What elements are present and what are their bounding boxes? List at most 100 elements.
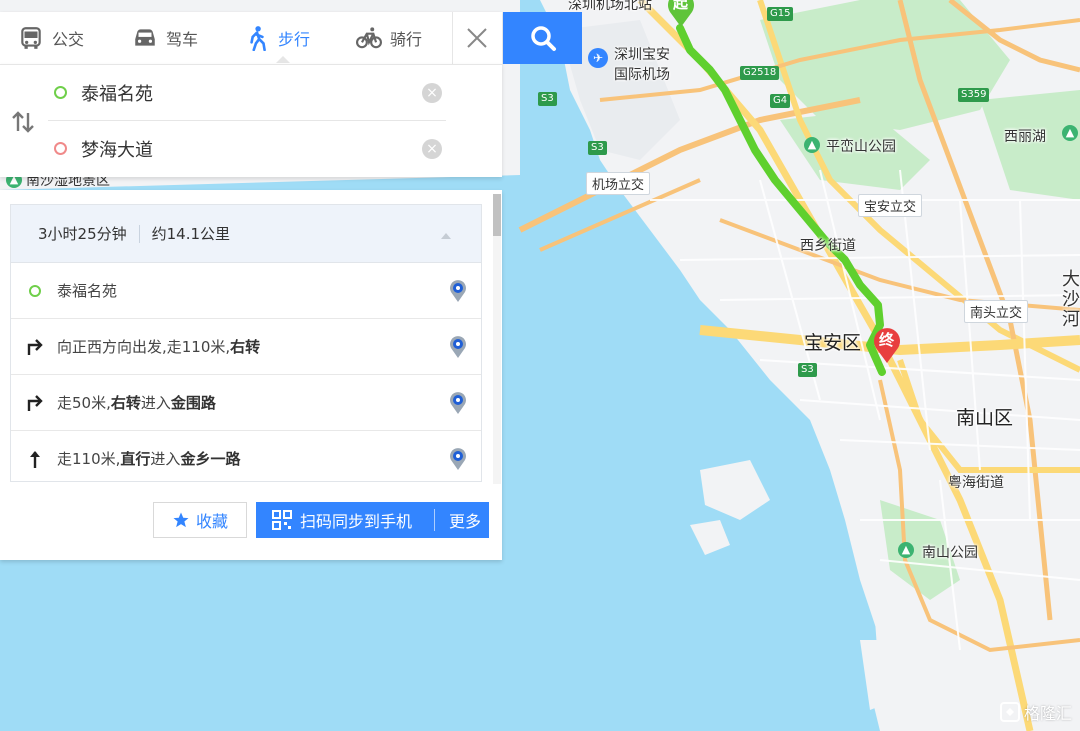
route-step-text-part: 进入 bbox=[150, 450, 181, 468]
watermark-text: 格隆汇 bbox=[1024, 704, 1073, 723]
route-step-text: 向正西方向出发,走110米,右转 bbox=[57, 336, 260, 357]
airport-icon: ✈ bbox=[588, 48, 608, 68]
map-label-pingluan-park: 平峦山公园 bbox=[826, 139, 896, 155]
route-step-text: 走110米,直行进入金乡一路 bbox=[57, 448, 240, 469]
locate-step-icon[interactable] bbox=[449, 447, 467, 475]
route-summary[interactable]: 3小时25分钟 约14.1公里 bbox=[11, 205, 481, 263]
route-step[interactable]: 向正西方向出发,走110米,右转 bbox=[11, 319, 481, 375]
start-input[interactable] bbox=[79, 81, 403, 104]
watermark: 格隆汇 bbox=[1000, 700, 1072, 724]
park-icon: ▲ bbox=[804, 137, 820, 153]
tab-drive-label: 驾车 bbox=[166, 30, 199, 49]
favorite-button[interactable]: 收藏 bbox=[153, 502, 247, 538]
watermark-logo-icon bbox=[1000, 702, 1020, 722]
tab-bus-label: 公交 bbox=[52, 30, 85, 49]
map-label-airport-1: 深圳宝安 bbox=[614, 47, 670, 63]
start-dot-icon bbox=[25, 284, 45, 297]
route-step[interactable]: 走50米,右转进入金围路 bbox=[11, 375, 481, 431]
route-step-text-part: 右转 bbox=[110, 394, 141, 412]
end-marker[interactable]: 终 bbox=[872, 326, 902, 364]
route-step-text-part: 泰福名苑 bbox=[57, 282, 118, 300]
highway-shield-g2518: G2518 bbox=[740, 66, 780, 80]
map-label-yuehai-street: 粤海街道 bbox=[948, 475, 1004, 491]
map-label-nantou-interchange: 南头立交 bbox=[964, 300, 1029, 323]
bike-icon bbox=[356, 27, 382, 49]
turn-right-icon bbox=[25, 337, 45, 357]
search-icon bbox=[530, 26, 556, 51]
end-input[interactable] bbox=[79, 137, 403, 160]
collapse-icon[interactable] bbox=[441, 233, 451, 239]
close-button[interactable] bbox=[452, 12, 501, 64]
clear-start-button[interactable]: × bbox=[422, 82, 442, 103]
map-label-airport-interchange: 机场立交 bbox=[586, 172, 651, 195]
map-label-airport-2: 国际机场 bbox=[614, 67, 670, 83]
sync-to-phone-button[interactable]: 扫码同步到手机 bbox=[256, 508, 428, 532]
locate-step-icon[interactable] bbox=[449, 279, 467, 307]
highway-shield-s3: S3 bbox=[538, 92, 557, 106]
tab-bus[interactable]: 公交 bbox=[18, 12, 84, 64]
route-step[interactable]: 走110米,直行进入金乡一路 bbox=[11, 431, 481, 481]
route-step-text-part: 进入 bbox=[140, 394, 171, 412]
route-step-text-part: 直行 bbox=[120, 450, 151, 468]
tab-bike-label: 骑行 bbox=[390, 30, 423, 49]
start-marker-label: 起 bbox=[673, 0, 689, 12]
turn-right-icon bbox=[25, 393, 45, 413]
sync-button-group: 扫码同步到手机 更多 bbox=[256, 502, 489, 538]
tab-walk-label: 步行 bbox=[278, 30, 311, 49]
route-steps-list[interactable]: 3小时25分钟 约14.1公里 泰福名苑 向正西方向出发,走110米,右转 走50米… bbox=[10, 204, 482, 482]
route-step-text: 走50米,右转进入金围路 bbox=[57, 392, 216, 413]
bus-icon bbox=[21, 27, 41, 49]
star-icon bbox=[173, 512, 189, 528]
route-step-text-part: 走50米, bbox=[57, 394, 111, 412]
map-label-xili-lake: 西丽湖 bbox=[1004, 129, 1046, 145]
close-icon bbox=[467, 28, 487, 48]
swap-icon[interactable] bbox=[10, 109, 36, 135]
highway-shield-s359: S359 bbox=[958, 88, 990, 102]
tab-drive[interactable]: 驾车 bbox=[132, 12, 198, 64]
end-marker-label: 终 bbox=[879, 331, 895, 349]
park-icon: ▲ bbox=[1062, 125, 1078, 141]
map-label-nanshan-district: 南山区 bbox=[956, 407, 1014, 429]
highway-shield-s3: S3 bbox=[588, 141, 607, 155]
map-label-edge-3: 河 bbox=[1062, 309, 1080, 330]
route-step-text: 泰福名苑 bbox=[57, 280, 117, 301]
more-button[interactable]: 更多 bbox=[435, 508, 481, 532]
sync-label: 扫码同步到手机 bbox=[300, 512, 413, 531]
highway-shield-g4: G4 bbox=[770, 94, 791, 108]
end-input-row: × bbox=[48, 121, 446, 176]
steps-scrollbar[interactable] bbox=[493, 194, 501, 484]
map-label-xixiang-street: 西乡街道 bbox=[800, 238, 856, 254]
park-icon: ▲ bbox=[898, 542, 914, 558]
scrollbar-thumb[interactable] bbox=[493, 194, 501, 236]
route-step-text-part: 右转 bbox=[230, 338, 261, 356]
route-step-text-part: 向正西方向出发,走110米, bbox=[57, 338, 231, 356]
start-marker[interactable]: 起 bbox=[666, 0, 696, 28]
map-label-baoan-district: 宝安区 bbox=[804, 332, 862, 354]
search-button[interactable] bbox=[503, 12, 582, 64]
end-dot-icon bbox=[54, 142, 67, 155]
walk-icon bbox=[250, 26, 266, 51]
route-step[interactable]: 泰福名苑 bbox=[11, 263, 481, 319]
highway-shield-s3: S3 bbox=[798, 363, 817, 377]
route-step-text-part: 金围路 bbox=[170, 394, 216, 412]
travel-mode-tabs: 公交 驾车 步行 骑行 bbox=[0, 12, 502, 64]
route-inputs: × × bbox=[0, 64, 502, 177]
active-tab-indicator bbox=[276, 56, 290, 63]
clear-end-button[interactable]: × bbox=[422, 138, 442, 159]
start-dot-icon bbox=[54, 86, 67, 99]
locate-step-icon[interactable] bbox=[449, 391, 467, 419]
summary-divider bbox=[138, 224, 140, 243]
map-label-baoan-interchange: 宝安立交 bbox=[858, 194, 923, 217]
route-result-panel: 3小时25分钟 约14.1公里 泰福名苑 向正西方向出发,走110米,右转 走50米… bbox=[0, 190, 502, 560]
car-icon bbox=[135, 29, 155, 46]
route-duration: 3小时25分钟 bbox=[38, 225, 127, 243]
qr-code-icon bbox=[272, 510, 292, 530]
straight-icon bbox=[25, 449, 45, 469]
map-label-nanshan-park: 南山公园 bbox=[922, 545, 978, 561]
locate-step-icon[interactable] bbox=[449, 335, 467, 363]
route-step-text-part: 走110米, bbox=[57, 450, 121, 468]
favorite-label: 收藏 bbox=[195, 512, 228, 531]
start-input-row: × bbox=[48, 65, 446, 121]
tab-bike[interactable]: 骑行 bbox=[356, 12, 422, 64]
route-step-text-part: 金乡一路 bbox=[180, 450, 241, 468]
